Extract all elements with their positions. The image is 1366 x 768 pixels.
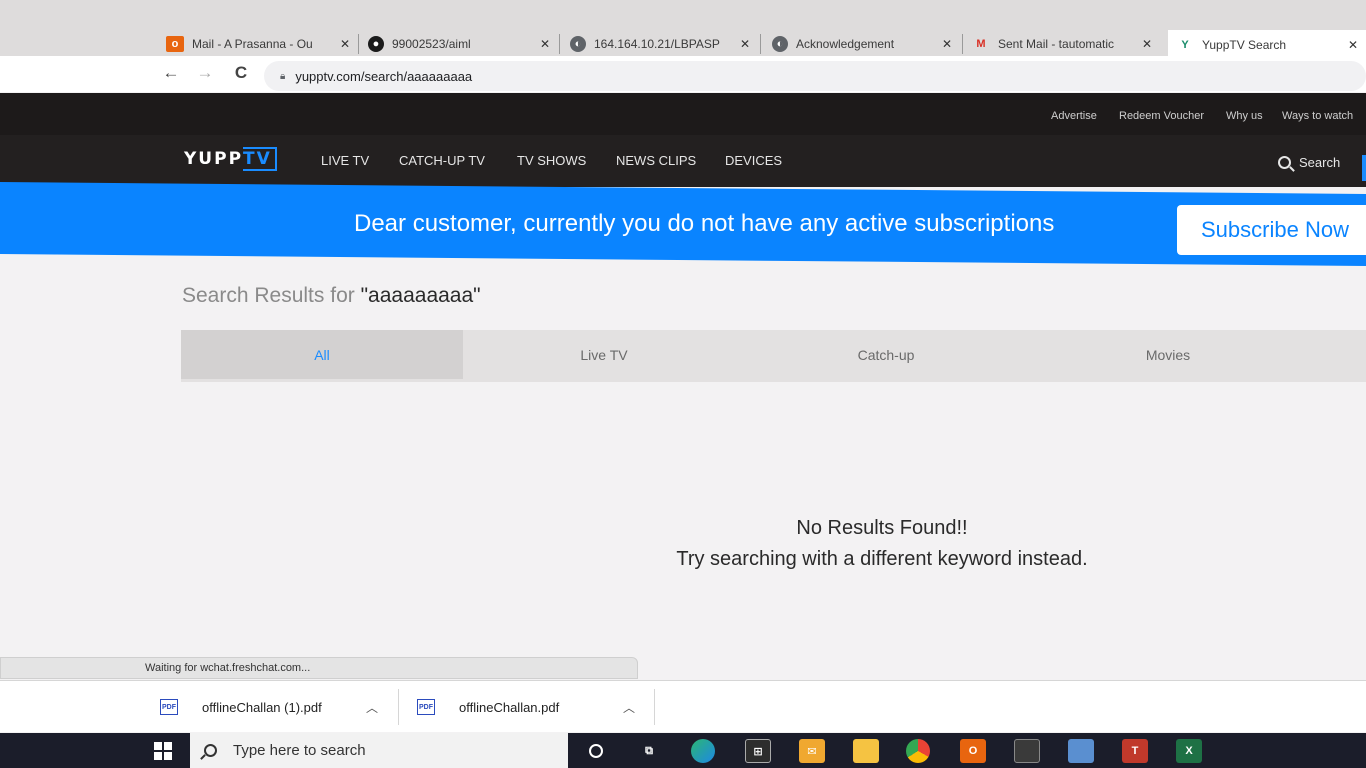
site-search-button[interactable]: Search	[1278, 155, 1340, 170]
search-icon	[1278, 156, 1291, 169]
windows-taskbar: Type here to search ⧉ ⊞ ✉ O T X	[0, 733, 1366, 768]
download-filename: offlineChallan (1).pdf	[202, 699, 322, 715]
close-icon[interactable]: ✕	[1142, 37, 1152, 51]
logo-tv-text: TV	[243, 147, 277, 171]
tab-label: Mail - A Prasanna - Ou	[192, 37, 313, 51]
back-button[interactable]: ←	[158, 60, 184, 86]
browser-tab-strip: o Mail - A Prasanna - Ou ✕ ● 99002523/ai…	[0, 0, 1366, 60]
tab-label: YuppTV Search	[1202, 38, 1287, 52]
close-icon[interactable]: ✕	[540, 37, 550, 51]
outlook-icon: o	[166, 36, 184, 52]
teams-icon[interactable]: T	[1122, 739, 1148, 763]
tab-separator	[358, 34, 359, 54]
address-text: yupptv.com/search/aaaaaaaaa	[295, 68, 473, 84]
pdf-file-icon: PDF	[160, 699, 178, 715]
mail-app-icon[interactable]: ✉	[799, 739, 825, 763]
browser-toolbar: ← → C 🔒︎ yupptv.com/search/aaaaaaaaa	[0, 56, 1366, 92]
close-icon[interactable]: ✕	[740, 37, 750, 51]
tab-label: Acknowledgement	[796, 37, 895, 51]
search-results-heading: Search Results for "aaaaaaaaa"	[182, 284, 481, 308]
search-label: Search	[1299, 155, 1341, 170]
filter-tab-all[interactable]: All	[181, 330, 463, 379]
browser-status-bubble: Waiting for wchat.freshchat.com...	[0, 657, 638, 679]
excel-icon[interactable]: X	[1176, 739, 1202, 763]
banner-message: Dear customer, currently you do not have…	[354, 210, 1055, 237]
gmail-icon: M	[976, 38, 986, 50]
nav-tv-shows[interactable]: TV SHOWS	[517, 153, 586, 168]
tab-separator	[962, 34, 963, 54]
tab-label: 164.164.10.21/LBPASP	[594, 37, 720, 51]
pdf-file-icon: PDF	[417, 699, 435, 715]
filter-tab-movies[interactable]: Movies	[1027, 330, 1309, 379]
results-prefix: Search Results for	[182, 284, 355, 307]
tab-separator	[760, 34, 761, 54]
why-us-link[interactable]: Why us	[1226, 110, 1263, 122]
nav-catch-up-tv[interactable]: CATCH-UP TV	[399, 153, 485, 168]
search-icon	[204, 744, 217, 757]
no-results-title: No Results Found!!	[796, 517, 968, 539]
no-results-hint: Try searching with a different keyword i…	[676, 548, 1088, 570]
tab-separator	[559, 34, 560, 54]
results-query: "aaaaaaaaa"	[360, 284, 481, 307]
yupptv-logo[interactable]: YUPPTV	[184, 147, 277, 171]
yupptv-icon: Y	[1181, 39, 1189, 51]
site-main-nav: YUPPTV LIVE TV CATCH-UP TV TV SHOWS NEWS…	[0, 135, 1366, 187]
close-icon[interactable]: ✕	[1348, 38, 1358, 52]
windows-start-icon[interactable]	[154, 742, 172, 760]
nav-edge-accent	[1362, 155, 1366, 181]
nav-devices[interactable]: DEVICES	[725, 153, 782, 168]
results-filter-tabs: All Live TV Catch-up Movies	[181, 330, 1366, 382]
task-view-icon[interactable]: ⧉	[636, 739, 662, 763]
logo-text: YUPP	[184, 149, 244, 169]
notepad-icon[interactable]	[1068, 739, 1094, 763]
chevron-up-icon[interactable]: ︿	[366, 699, 378, 716]
filter-tab-catch-up[interactable]: Catch-up	[745, 330, 1027, 379]
filter-tab-live-tv[interactable]: Live TV	[463, 330, 745, 379]
chevron-up-icon[interactable]: ︿	[623, 699, 635, 716]
download-item[interactable]: PDF offlineChallan.pdf ︿	[417, 681, 647, 733]
file-explorer-icon[interactable]	[853, 739, 879, 763]
download-separator	[654, 689, 655, 725]
download-filename: offlineChallan.pdf	[459, 699, 560, 715]
terminal-icon[interactable]	[1014, 739, 1040, 763]
site-utility-bar: Advertise Redeem Voucher Why us Ways to …	[0, 93, 1366, 135]
github-icon: ●	[368, 36, 384, 52]
advertise-link[interactable]: Advertise	[1051, 110, 1097, 122]
address-bar[interactable]: 🔒︎ yupptv.com/search/aaaaaaaaa	[264, 61, 1366, 91]
taskbar-search-box[interactable]: Type here to search	[190, 733, 568, 768]
edge-browser-icon[interactable]	[691, 739, 715, 763]
close-icon[interactable]: ✕	[340, 37, 350, 51]
ways-to-watch-link[interactable]: Ways to watch	[1282, 110, 1353, 122]
globe-icon: ◐	[772, 36, 788, 52]
download-shelf: PDF offlineChallan (1).pdf ︿ PDF offline…	[0, 680, 1366, 732]
reload-button[interactable]: C	[228, 60, 254, 86]
globe-icon: ◐	[570, 36, 586, 52]
nav-live-tv[interactable]: LIVE TV	[321, 153, 369, 168]
redeem-voucher-link[interactable]: Redeem Voucher	[1119, 110, 1204, 122]
no-results-message: No Results Found!! Try searching with a …	[600, 513, 1164, 575]
nav-news-clips[interactable]: NEWS CLIPS	[616, 153, 696, 168]
cortana-icon[interactable]	[583, 739, 609, 763]
forward-button[interactable]: →	[192, 60, 218, 86]
close-icon[interactable]: ✕	[942, 37, 952, 51]
tab-label: Sent Mail - tautomatic	[998, 37, 1115, 51]
microsoft-store-icon[interactable]: ⊞	[745, 739, 771, 763]
download-item[interactable]: PDF offlineChallan (1).pdf ︿	[160, 681, 390, 733]
outlook-app-icon[interactable]: O	[960, 739, 986, 763]
chrome-icon[interactable]	[906, 739, 930, 763]
tab-label: 99002523/aiml	[392, 37, 471, 51]
taskbar-search-placeholder: Type here to search	[233, 742, 366, 759]
subscribe-now-button[interactable]: Subscribe Now	[1177, 205, 1366, 255]
download-separator	[398, 689, 399, 725]
lock-icon: 🔒︎	[280, 70, 286, 82]
